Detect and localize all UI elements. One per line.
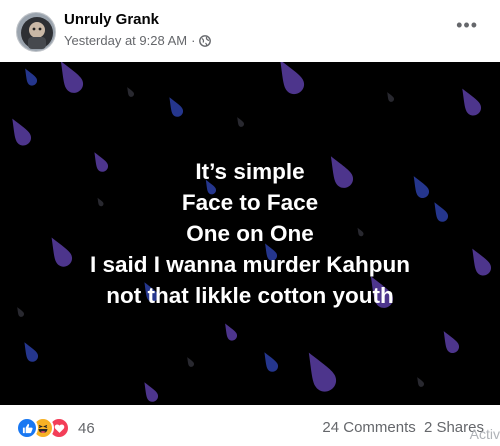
post-line-3: One on One — [186, 221, 314, 246]
reaction-count: 46 — [78, 419, 95, 437]
post-meta: Yesterday at 9:28 AM · — [64, 33, 212, 48]
activation-watermark: Activ — [469, 426, 500, 442]
post-line-1: It’s simple — [195, 159, 305, 184]
post-line-5: not that likkle cotton youth — [106, 283, 394, 308]
post-line-2: Face to Face — [181, 190, 319, 215]
avatar[interactable] — [16, 12, 56, 52]
author-name[interactable]: Unruly Grank — [64, 11, 159, 28]
meta-separator: · — [191, 33, 196, 48]
more-options-button[interactable]: ••• — [456, 16, 478, 34]
globe-icon[interactable] — [199, 34, 212, 47]
post-card: Unruly Grank Yesterday at 9:28 AM · ••• — [0, 0, 500, 446]
post-header: Unruly Grank Yesterday at 9:28 AM · ••• — [0, 0, 500, 62]
reactions-summary[interactable]: 46 — [16, 417, 95, 439]
post-line-4: I said I wanna murder Kahpun — [89, 252, 411, 277]
like-icon — [16, 417, 38, 439]
post-footer: 46 24 Comments 2 Shares — [0, 405, 500, 446]
engagement-counts: 24 Comments 2 Shares — [322, 419, 484, 436]
post-timestamp[interactable]: Yesterday at 9:28 AM — [64, 33, 187, 48]
comments-count-link[interactable]: 24 Comments — [322, 419, 415, 436]
post-text: It’s simple Face to Face One on One I sa… — [0, 62, 500, 405]
